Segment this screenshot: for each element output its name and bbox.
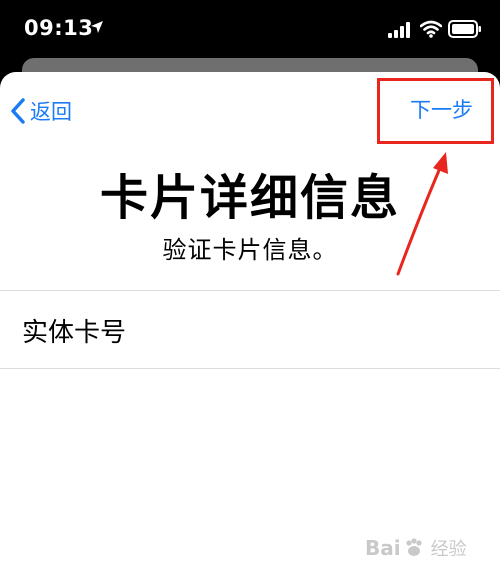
back-button-label: 返回 (30, 100, 72, 124)
card-number-field-row[interactable]: 实体卡号 (0, 290, 500, 368)
card-number-label: 实体卡号 (22, 318, 127, 348)
wifi-icon (420, 20, 442, 38)
watermark-brand: Bai (365, 536, 401, 560)
battery-icon (448, 20, 481, 38)
back-button[interactable]: 返回 (10, 95, 72, 127)
chevron-left-icon (11, 98, 25, 124)
annotation-highlight-box (377, 78, 494, 144)
cellular-signal-icon (388, 22, 410, 38)
status-bar: 09:13 (0, 0, 500, 62)
page-title: 卡片详细信息 (99, 170, 400, 226)
watermark-text: 经验 (430, 539, 467, 560)
paw-icon (406, 538, 422, 556)
baidu-watermark: Bai 经验 (365, 535, 467, 561)
page-subtitle: 验证卡片信息。 (162, 236, 338, 264)
location-arrow-icon (91, 21, 103, 33)
status-time: 09:13 (24, 16, 94, 40)
divider-bottom (0, 368, 500, 369)
